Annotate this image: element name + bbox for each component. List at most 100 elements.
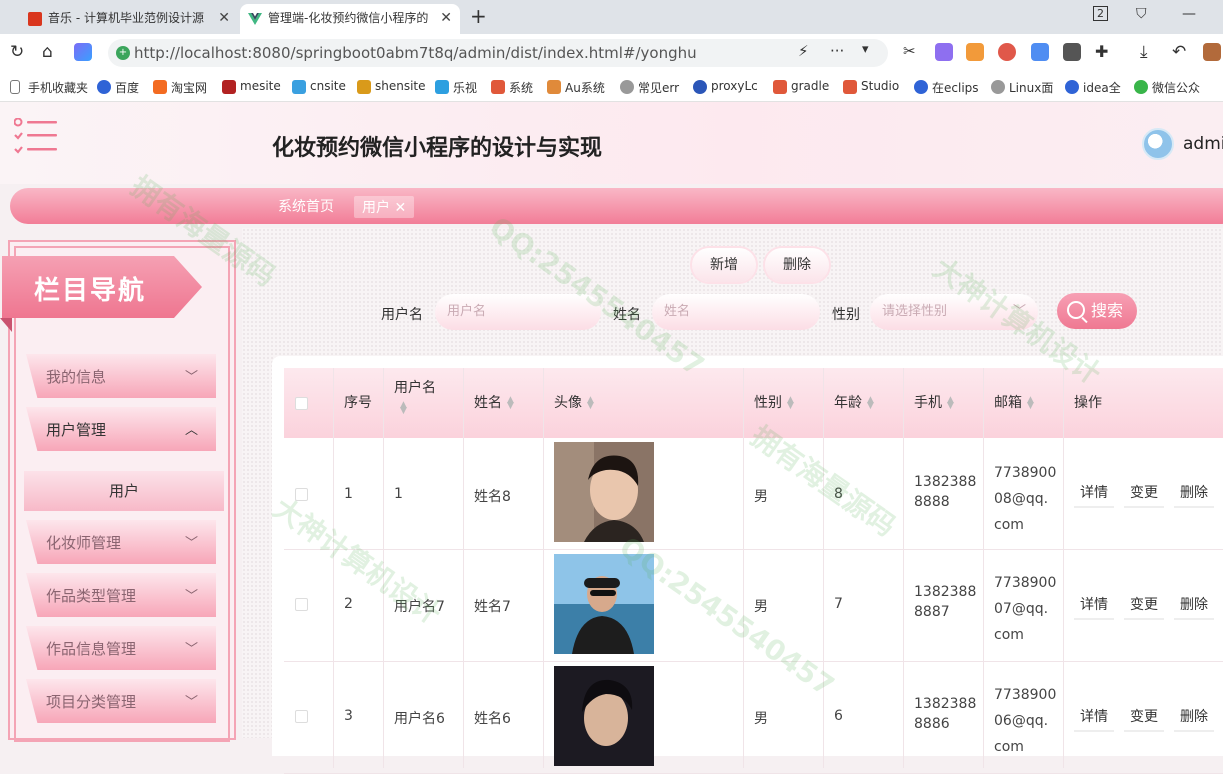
- sidebar-title-text: 栏目导航: [34, 276, 147, 306]
- select-all-checkbox[interactable]: [295, 397, 308, 410]
- sidebar-item-work-type[interactable]: 作品类型管理 ﹀: [26, 573, 216, 617]
- detail-button[interactable]: 详情: [1074, 482, 1114, 508]
- bookmark-item[interactable]: 手机收藏夹: [10, 79, 88, 96]
- menu-list-icon[interactable]: [14, 118, 60, 158]
- undo-icon[interactable]: ↶: [1172, 42, 1186, 62]
- sidebar-item-my-info[interactable]: 我的信息 ﹀: [26, 354, 216, 398]
- mail-icon[interactable]: [1031, 43, 1049, 61]
- sidebar-item-work-info[interactable]: 作品信息管理 ﹀: [26, 626, 216, 670]
- username-input[interactable]: 用户名: [435, 294, 601, 330]
- bookmark-item[interactable]: 微信公众: [1134, 79, 1200, 96]
- detail-button[interactable]: 详情: [1074, 706, 1114, 732]
- scissors-icon[interactable]: ✂: [903, 42, 916, 60]
- sort-icon[interactable]: ▲ ▼: [947, 396, 954, 411]
- row-delete-button[interactable]: 删除: [1174, 706, 1214, 732]
- sort-icon[interactable]: ▲ ▼: [400, 401, 407, 416]
- sidebar-item-user-management[interactable]: 用户管理 ︿: [26, 407, 216, 451]
- bookmark-item[interactable]: Studio: [843, 79, 899, 94]
- bookmark-item[interactable]: Linux面: [991, 79, 1053, 96]
- new-tab-icon[interactable]: +: [470, 4, 487, 28]
- sidebar-item-label: 作品类型管理: [46, 587, 137, 605]
- row-checkbox[interactable]: [295, 710, 308, 723]
- avatar-photo: [554, 666, 654, 766]
- chevron-down-icon[interactable]: ▾: [862, 42, 869, 57]
- avatar[interactable]: [1142, 128, 1174, 160]
- bookmark-item[interactable]: 常见err: [620, 79, 679, 96]
- column-header[interactable]: 用户名 ▲ ▼: [394, 378, 436, 418]
- lightning-icon[interactable]: ⚡: [798, 42, 809, 60]
- sidebar-item-makeup-artist[interactable]: 化妆师管理 ﹀: [26, 520, 216, 564]
- ribbon-fold: [0, 318, 12, 332]
- tab-count-badge[interactable]: 2: [1093, 6, 1108, 21]
- bookmark-item[interactable]: idea全: [1065, 79, 1121, 96]
- sidebar-subitem-user[interactable]: 用户: [24, 471, 224, 511]
- edit-button[interactable]: 变更: [1124, 706, 1164, 732]
- column-header[interactable]: 性别 ▲ ▼: [754, 368, 794, 438]
- url-input[interactable]: + http://localhost:8080/springboot0abm7t…: [108, 39, 888, 67]
- shirt-icon[interactable]: ⛉: [1136, 6, 1147, 22]
- browser-tab-admin[interactable]: 管理端-化妆预约微信小程序的 ✕: [240, 4, 460, 34]
- column-header[interactable]: 手机 ▲ ▼: [914, 368, 954, 438]
- sort-icon[interactable]: ▲ ▼: [787, 396, 794, 411]
- main-content: 新增 删除 用户名 用户名 姓名 姓名 性别 请选择性别 ﹀ 搜索 序号 用户名 ▲…: [242, 228, 1223, 774]
- sort-icon[interactable]: ▲ ▼: [867, 396, 874, 411]
- puzzle-icon[interactable]: ✚: [1095, 42, 1108, 61]
- tag-home[interactable]: 系统首页: [278, 196, 334, 216]
- column-header[interactable]: 年龄 ▲ ▼: [834, 368, 874, 438]
- sort-icon[interactable]: ▲ ▼: [587, 396, 594, 411]
- sidebar-item-project-category[interactable]: 项目分类管理 ﹀: [26, 679, 216, 723]
- bookmark-item[interactable]: gradle: [773, 79, 829, 94]
- close-tab-icon[interactable]: ✕: [440, 4, 452, 32]
- bookmark-item[interactable]: 在eclips: [914, 79, 979, 96]
- edit-button[interactable]: 变更: [1124, 594, 1164, 620]
- row-delete-button[interactable]: 删除: [1174, 482, 1214, 508]
- briefcase-icon[interactable]: [1203, 43, 1221, 61]
- bookmark-item[interactable]: shensite: [357, 79, 426, 94]
- edit-button[interactable]: 变更: [1124, 482, 1164, 508]
- sidebar-item-label: 用户管理: [46, 421, 107, 439]
- column-header[interactable]: 邮箱 ▲ ▼: [994, 368, 1034, 438]
- bookmark-item[interactable]: 系统: [491, 79, 533, 96]
- gender-label: 性别: [832, 307, 860, 323]
- bookmark-item[interactable]: mesite: [222, 79, 281, 94]
- ai-icon[interactable]: [74, 43, 92, 61]
- name-input[interactable]: 姓名: [652, 294, 820, 330]
- translate-icon[interactable]: [935, 43, 953, 61]
- search-icon: [1067, 301, 1085, 319]
- gender-select[interactable]: 请选择性别 ﹀: [870, 294, 1038, 330]
- cell-age: 7: [834, 596, 843, 612]
- minimize-icon[interactable]: —: [1182, 6, 1196, 22]
- chevron-down-icon: ﹀: [184, 589, 198, 604]
- cell-name: 姓名6: [474, 711, 511, 727]
- cell-username: 用户名6: [394, 711, 445, 727]
- close-tab-icon[interactable]: ✕: [218, 4, 230, 32]
- more-icon[interactable]: ···: [830, 42, 844, 60]
- download-icon[interactable]: ⤓: [1140, 42, 1148, 62]
- game-icon[interactable]: [966, 43, 984, 61]
- row-checkbox[interactable]: [295, 488, 308, 501]
- bookmark-item[interactable]: 百度: [97, 79, 139, 96]
- extension-box-icon[interactable]: [1063, 43, 1081, 61]
- user-name[interactable]: admin: [1183, 134, 1223, 154]
- home-icon[interactable]: ⌂: [42, 42, 53, 62]
- tag-user[interactable]: 用户 ✕: [354, 196, 415, 218]
- bookmark-item[interactable]: Au系统: [547, 79, 605, 96]
- browser-tab-music[interactable]: 音乐 - 计算机毕业范例设计源 ✕: [20, 4, 238, 34]
- column-header[interactable]: 头像 ▲ ▼: [554, 368, 594, 438]
- avatar-photo: [554, 554, 654, 654]
- bookmark-item[interactable]: proxyLc: [693, 79, 758, 94]
- weibo-icon[interactable]: [998, 43, 1016, 61]
- bookmark-item[interactable]: 乐视: [435, 79, 477, 96]
- sort-icon[interactable]: ▲ ▼: [507, 396, 514, 411]
- add-button[interactable]: 新增: [692, 248, 756, 282]
- bookmark-item[interactable]: cnsite: [292, 79, 346, 94]
- delete-button[interactable]: 删除: [765, 248, 829, 282]
- row-delete-button[interactable]: 删除: [1174, 594, 1214, 620]
- search-button[interactable]: 搜索: [1057, 293, 1137, 329]
- reload-icon[interactable]: ↻: [10, 42, 24, 62]
- row-checkbox[interactable]: [295, 598, 308, 611]
- detail-button[interactable]: 详情: [1074, 594, 1114, 620]
- sort-icon[interactable]: ▲ ▼: [1027, 396, 1034, 411]
- bookmark-item[interactable]: 淘宝网: [153, 79, 207, 96]
- column-header[interactable]: 姓名 ▲ ▼: [474, 368, 514, 438]
